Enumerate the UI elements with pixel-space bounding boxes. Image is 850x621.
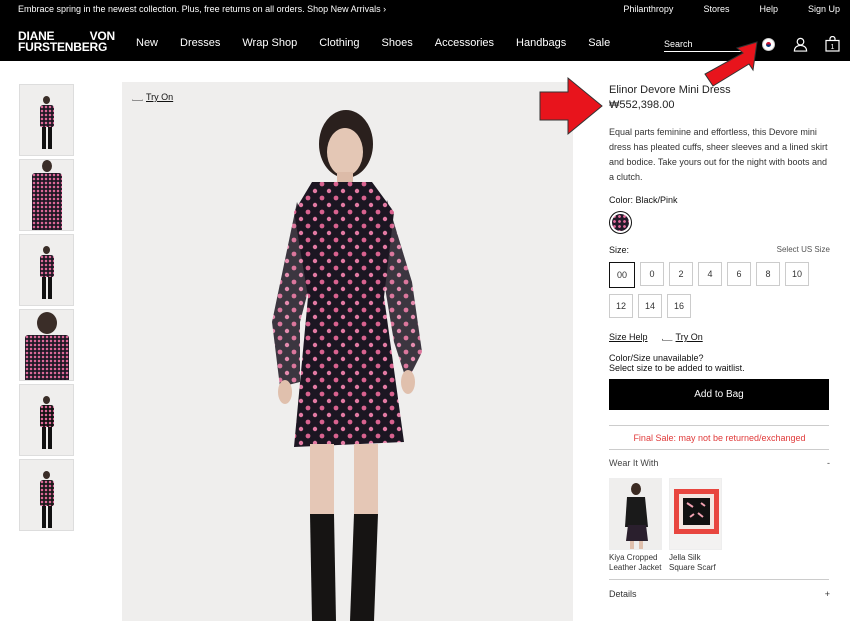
product-info-panel: Elinor Devore Mini Dress ₩552,398.00 Equ… [609, 84, 830, 599]
final-sale-notice: Final Sale: may not be returned/exchange… [633, 433, 806, 443]
thumbnail-2[interactable] [19, 159, 74, 231]
details-label: Details [609, 589, 637, 599]
thumbnail-3[interactable] [19, 234, 74, 306]
hanger-icon [661, 333, 673, 341]
category-menu: New Dresses Wrap Shop Clothing Shoes Acc… [136, 37, 632, 49]
link-philanthropy[interactable]: Philanthropy [623, 4, 673, 14]
product-card-jacket[interactable]: Kiya Cropped Leather Jacket [609, 478, 662, 573]
menu-accessories[interactable]: Accessories [435, 37, 494, 49]
main-product-image[interactable] [122, 82, 573, 621]
thumbnail-gallery [19, 84, 74, 534]
size-option-10[interactable]: 10 [785, 262, 809, 286]
product-name-jacket[interactable]: Kiya Cropped Leather Jacket [609, 553, 662, 573]
size-option-4[interactable]: 4 [698, 262, 722, 286]
product-card-scarf[interactable]: Jella Silk Square Scarf [669, 478, 722, 573]
shopping-bag-icon[interactable]: 1 [824, 36, 840, 52]
product-name-scarf[interactable]: Jella Silk Square Scarf [669, 553, 722, 573]
unavailable-text: Select size to be added to waitlist. [609, 363, 745, 373]
size-select-dropdown[interactable]: Select US Size [777, 245, 830, 255]
color-label: Color: Black/Pink [609, 195, 678, 205]
wear-it-with-header[interactable]: Wear It With - [609, 458, 830, 468]
bag-count: 1 [830, 44, 834, 51]
red-arrow-annotation-price [539, 76, 603, 136]
product-description: Equal parts feminine and effortless, thi… [609, 127, 828, 182]
divider [609, 449, 829, 450]
nav-icons: 1 [760, 36, 840, 52]
thumbnail-5[interactable] [19, 384, 74, 456]
product-image-jacket[interactable] [609, 478, 662, 550]
collapse-icon[interactable]: - [827, 458, 830, 468]
menu-wrap-shop[interactable]: Wrap Shop [242, 37, 297, 49]
size-option-8[interactable]: 8 [756, 262, 780, 286]
thumbnail-1[interactable] [19, 84, 74, 156]
try-on-label: Try On [146, 92, 174, 102]
expand-icon[interactable]: + [825, 589, 830, 599]
user-icon[interactable] [792, 36, 808, 52]
size-option-2[interactable]: 2 [669, 262, 693, 286]
thumbnail-4[interactable] [19, 309, 74, 381]
menu-handbags[interactable]: Handbags [516, 37, 566, 49]
size-help-link[interactable]: Size Help [609, 332, 648, 342]
utility-links: Philanthropy Stores Help Sign Up [593, 4, 840, 14]
unavailable-title: Color/Size unavailable? [609, 353, 704, 363]
promo-message[interactable]: Embrace spring in the newest collection.… [18, 4, 386, 14]
brand-logo[interactable]: DIANE VON FURSTENBERG [18, 30, 115, 54]
red-arrow-annotation-flag [704, 41, 758, 87]
promo-bar: Embrace spring in the newest collection.… [0, 0, 850, 18]
link-help[interactable]: Help [759, 4, 778, 14]
product-image-scarf[interactable] [669, 478, 722, 550]
details-accordion[interactable]: Details + [609, 589, 830, 599]
hanger-icon [132, 93, 143, 101]
divider [609, 425, 829, 426]
divider [609, 579, 829, 580]
menu-shoes[interactable]: Shoes [382, 37, 413, 49]
try-on-text: Try On [675, 332, 703, 342]
size-option-12[interactable]: 12 [609, 294, 633, 318]
logo-text-furstenberg: FURSTENBERG [18, 40, 108, 54]
thumbnail-6[interactable] [19, 459, 74, 531]
add-to-bag-button[interactable]: Add to Bag [609, 379, 829, 410]
try-on-link[interactable]: Try On [661, 332, 703, 342]
waitlist-info: Color/Size unavailable? Select size to b… [609, 353, 830, 373]
size-option-00[interactable]: 00 [609, 262, 635, 288]
wear-it-with-products: Kiya Cropped Leather Jacket Jella Silk S… [609, 478, 830, 573]
menu-dresses[interactable]: Dresses [180, 37, 220, 49]
size-option-6[interactable]: 6 [727, 262, 751, 286]
color-swatch-black-pink[interactable] [609, 211, 632, 234]
menu-sale[interactable]: Sale [588, 37, 610, 49]
size-option-16[interactable]: 16 [667, 294, 691, 318]
size-option-0[interactable]: 0 [640, 262, 664, 286]
link-stores[interactable]: Stores [703, 4, 729, 14]
size-links: Size Help Try On [609, 332, 830, 342]
menu-clothing[interactable]: Clothing [319, 37, 359, 49]
menu-new[interactable]: New [136, 37, 158, 49]
size-option-14[interactable]: 14 [638, 294, 662, 318]
size-header: Size: Select US Size [609, 245, 830, 255]
size-options: 00 0 2 4 6 8 10 12 14 16 [609, 262, 819, 324]
wear-it-with-label: Wear It With [609, 458, 659, 468]
product-price: ₩552,398.00 [609, 99, 675, 111]
model-photo [272, 110, 422, 621]
link-sign-up[interactable]: Sign Up [808, 4, 840, 14]
try-on-link-gallery[interactable]: Try On [132, 92, 173, 102]
size-label: Size: [609, 245, 630, 255]
